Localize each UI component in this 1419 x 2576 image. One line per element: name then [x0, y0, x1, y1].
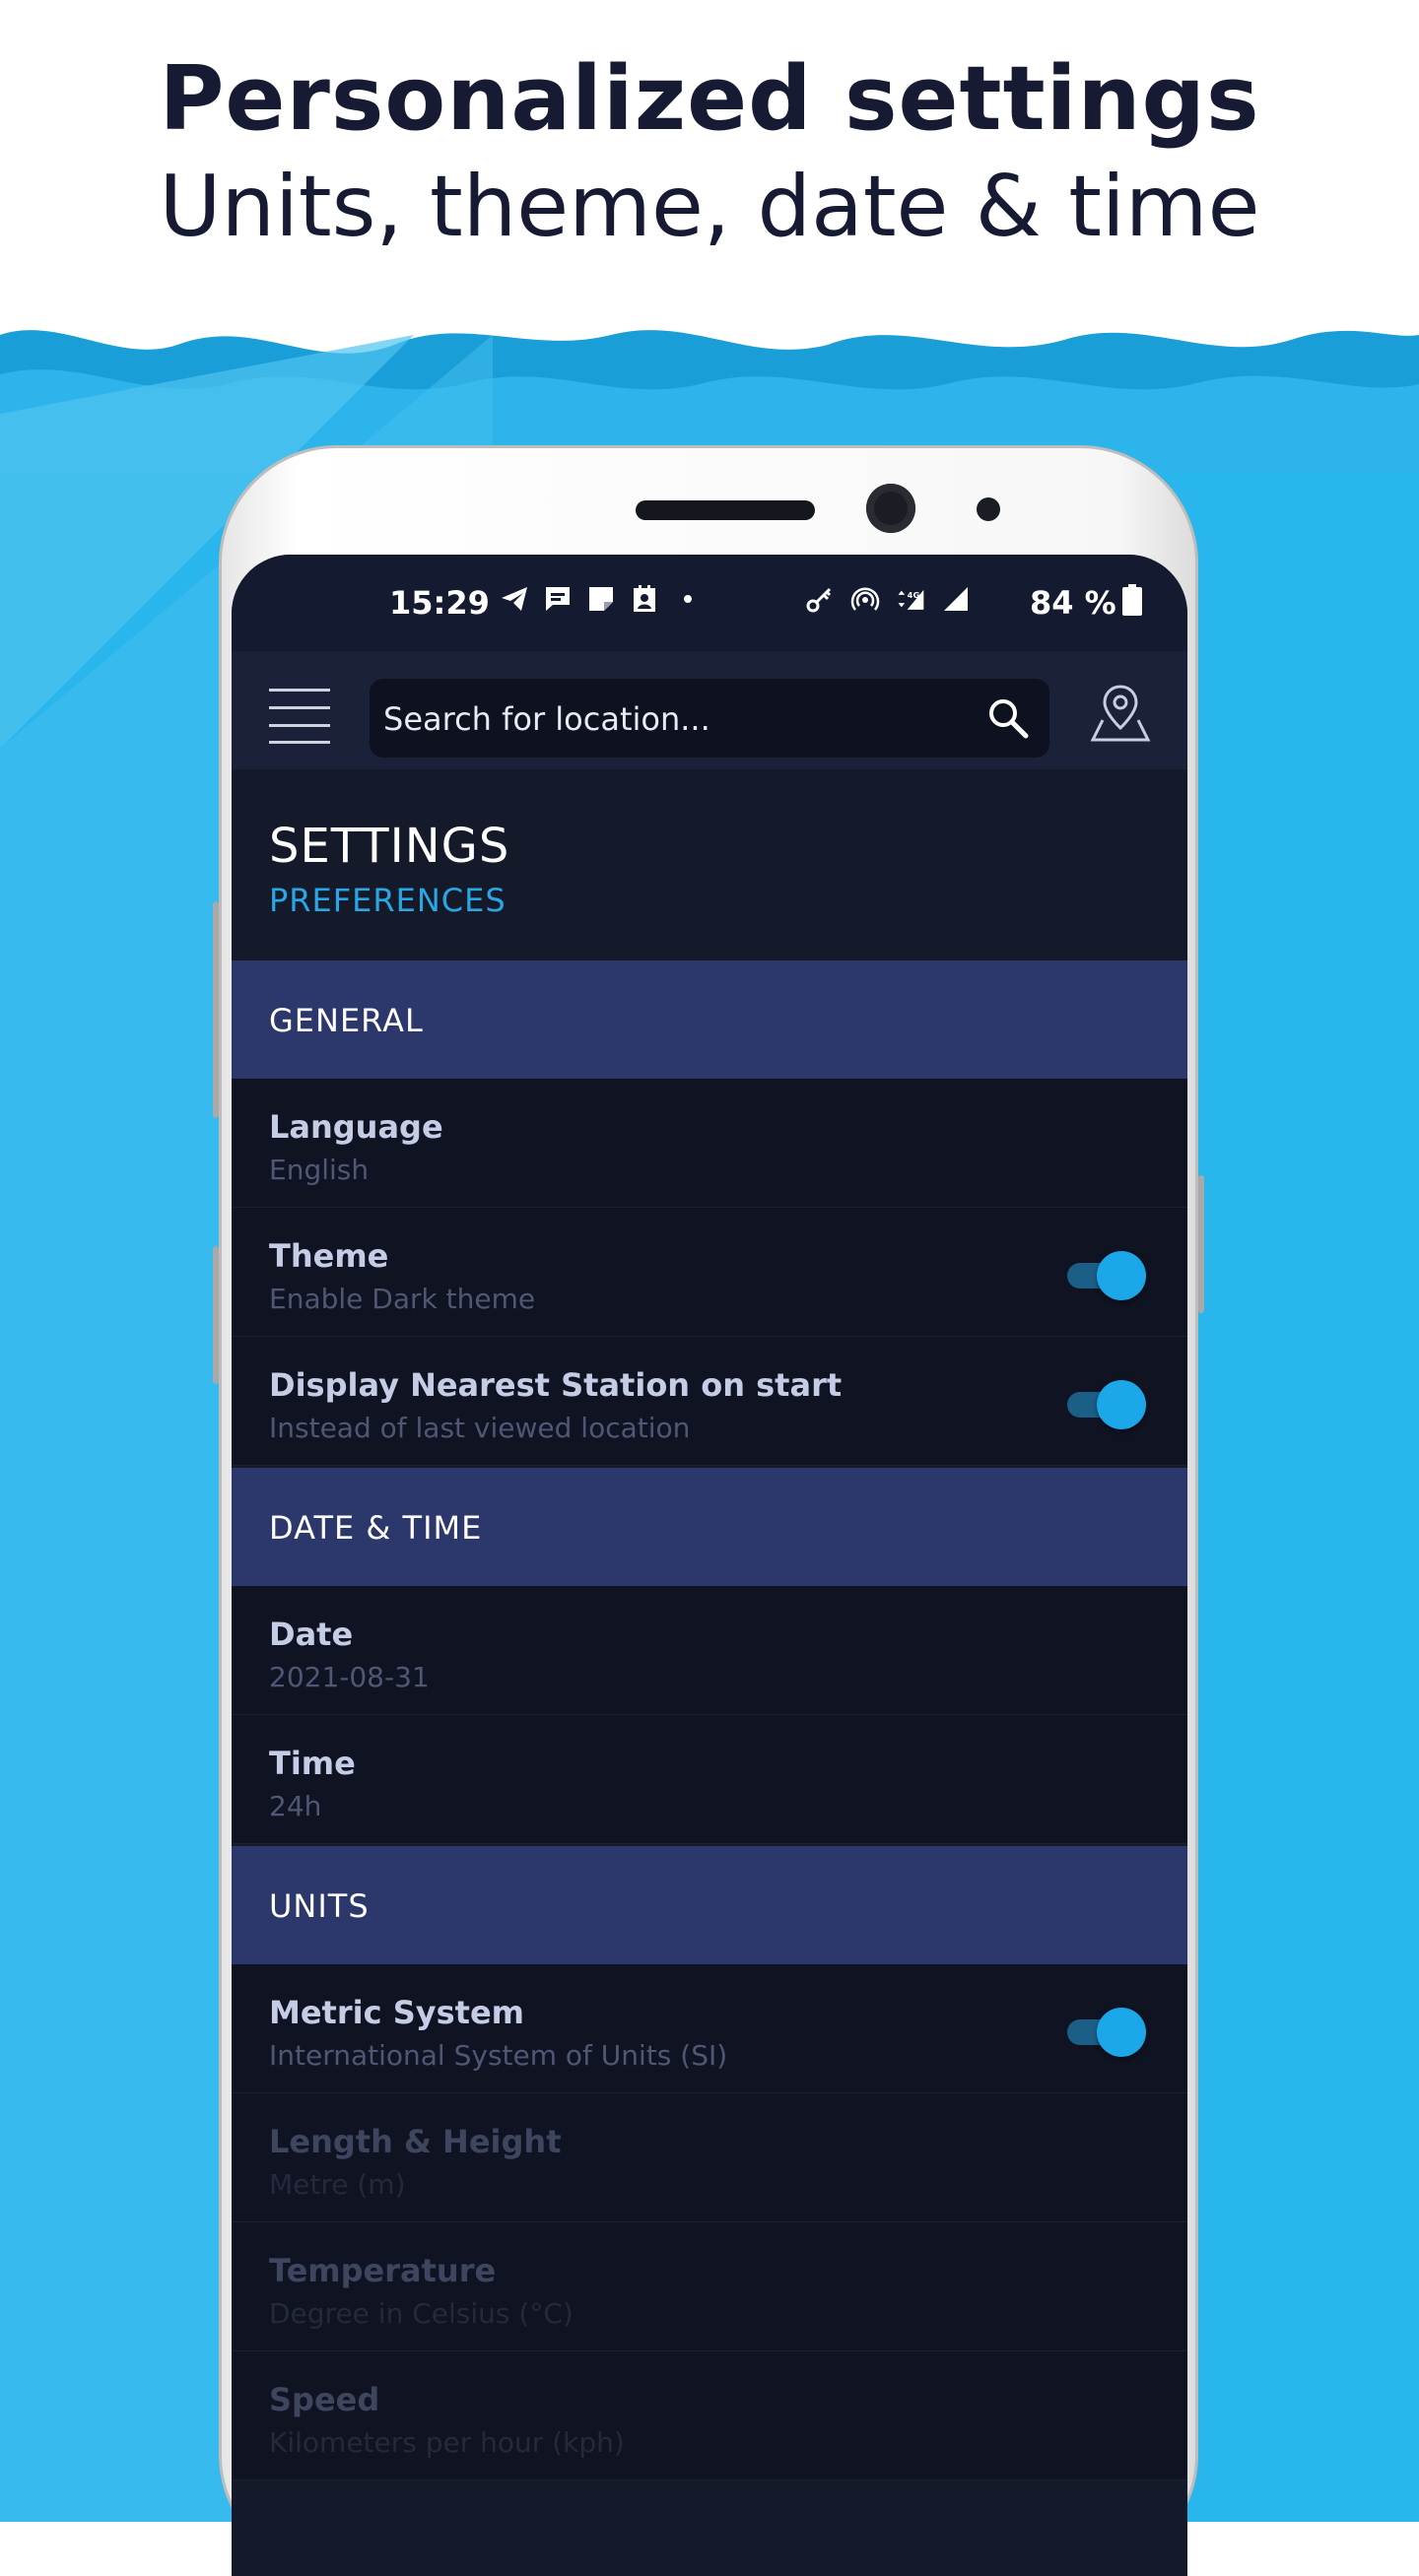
row-value: International System of Units (SI)	[269, 2039, 728, 2072]
row-value: English	[269, 1154, 370, 1186]
telegram-icon	[500, 584, 529, 614]
section-header-general: GENERAL	[232, 960, 1187, 1079]
row-title: Metric System	[269, 1994, 524, 2031]
hotspot-icon	[850, 584, 880, 614]
phone-side-button	[1198, 1175, 1204, 1313]
row-value: 2021-08-31	[269, 1661, 430, 1693]
map-pin-icon[interactable]	[1089, 681, 1152, 744]
row-title: Length & Height	[269, 2123, 562, 2160]
contact-icon	[630, 584, 659, 614]
note-icon	[586, 584, 616, 614]
hero-title: Personalized settings	[159, 47, 1260, 151]
settings-row-speed: Speed Kilometers per hour (kph)	[232, 2351, 1187, 2480]
hero-section: Personalized settings Units, theme, date…	[0, 0, 1419, 325]
phone-sensor	[977, 497, 1000, 521]
app-screen: 15:29 4G 84 % Search for location... SET…	[232, 555, 1187, 2576]
page-subtitle[interactable]: PREFERENCES	[269, 882, 507, 919]
row-value: Degree in Celsius (°C)	[269, 2297, 574, 2330]
settings-row-nearest-station[interactable]: Display Nearest Station on start Instead…	[232, 1337, 1187, 1466]
status-bar: 15:29 4G 84 %	[232, 555, 1187, 651]
row-title: Time	[269, 1745, 356, 1782]
settings-row-time[interactable]: Time 24h	[232, 1715, 1187, 1844]
dot-icon	[673, 584, 703, 614]
hamburger-icon[interactable]	[269, 689, 330, 744]
row-value: Enable Dark theme	[269, 1283, 536, 1315]
row-title: Language	[269, 1108, 443, 1146]
settings-row-metric-system[interactable]: Metric System International System of Un…	[232, 1964, 1187, 2093]
phone-camera	[866, 484, 915, 533]
theme-toggle[interactable]	[1063, 1251, 1146, 1300]
phone-speaker	[636, 500, 815, 520]
row-title: Temperature	[269, 2252, 497, 2289]
section-label: UNITS	[269, 1887, 370, 1925]
data-4g-icon: 4G	[896, 584, 925, 614]
row-title: Display Nearest Station on start	[269, 1366, 843, 1404]
row-title: Theme	[269, 1237, 389, 1275]
phone-side-button	[213, 901, 219, 1118]
row-title: Speed	[269, 2381, 380, 2418]
phone-frame: 15:29 4G 84 % Search for location... SET…	[213, 445, 1204, 2576]
settings-row-length-height: Length & Height Metre (m)	[232, 2093, 1187, 2222]
section-header-date-time: DATE & TIME	[232, 1468, 1187, 1586]
settings-row-temperature: Temperature Degree in Celsius (°C)	[232, 2222, 1187, 2351]
message-icon	[543, 584, 573, 614]
app-top-bar: Search for location...	[232, 651, 1187, 769]
search-icon[interactable]	[984, 694, 1032, 742]
row-value: Metre (m)	[269, 2168, 406, 2201]
settings-row-theme[interactable]: Theme Enable Dark theme	[232, 1208, 1187, 1337]
page-title: SETTINGS	[269, 819, 510, 874]
section-label: DATE & TIME	[269, 1509, 483, 1547]
search-placeholder: Search for location...	[383, 700, 710, 738]
phone-side-button	[213, 1246, 219, 1384]
search-input[interactable]: Search for location...	[370, 679, 1049, 758]
key-icon	[805, 584, 835, 614]
battery-percentage: 84 %	[1030, 584, 1116, 622]
section-label: GENERAL	[269, 1002, 424, 1039]
status-time: 15:29	[389, 584, 490, 622]
svg-text:4G: 4G	[908, 590, 920, 600]
settings-row-date[interactable]: Date 2021-08-31	[232, 1586, 1187, 1715]
section-header-units: UNITS	[232, 1846, 1187, 1964]
hero-subtitle: Units, theme, date & time	[159, 158, 1260, 256]
row-value: Kilometers per hour (kph)	[269, 2426, 625, 2459]
settings-row-language[interactable]: Language English	[232, 1079, 1187, 1208]
row-value: Instead of last viewed location	[269, 1412, 691, 1444]
signal-icon	[941, 584, 971, 614]
row-title: Date	[269, 1616, 354, 1653]
row-value: 24h	[269, 1790, 322, 1822]
battery-icon	[1121, 584, 1143, 616]
nearest-station-toggle[interactable]	[1063, 1380, 1146, 1429]
metric-system-toggle[interactable]	[1063, 2008, 1146, 2057]
